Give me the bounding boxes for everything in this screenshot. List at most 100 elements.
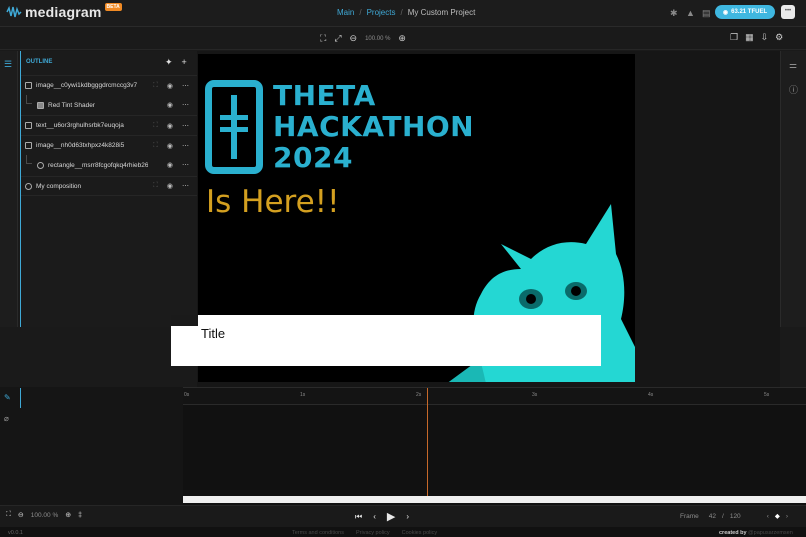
outline-row[interactable]: rectangle__msrr8fcgofqkq4rhieb26l ◉ ⋯ — [21, 155, 197, 175]
avatar[interactable]: ••• — [781, 5, 795, 19]
next-frame-icon[interactable]: › — [406, 512, 409, 521]
magic-add-icon[interactable]: ✦ — [165, 57, 173, 68]
zoom-out-icon[interactable]: ⊖ — [18, 511, 24, 519]
zoom-out-icon[interactable]: ⊖ — [350, 33, 358, 44]
rectangle-icon — [37, 161, 44, 169]
is-here-text: Is Here!! — [206, 184, 340, 220]
breadcrumb-projects[interactable]: Projects — [367, 8, 396, 17]
split-icon[interactable]: ‡ — [78, 512, 82, 519]
breadcrumb: Main / Projects / My Custom Project — [337, 8, 475, 17]
settings-gear-icon[interactable]: ⚙ — [775, 32, 783, 43]
more-icon[interactable]: ⋯ — [182, 122, 189, 130]
breadcrumb-separator: / — [400, 8, 403, 17]
fullscreen-icon[interactable]: ⤢ — [334, 33, 341, 44]
outline-actions: ✦ + — [165, 57, 187, 68]
theta-logo-icon — [205, 80, 263, 174]
view-tools: ❐ ▦ ⇩ ⚙ — [730, 32, 783, 43]
frame-sep: / — [722, 512, 724, 520]
graduation-cap-icon[interactable]: ▲ — [686, 8, 695, 18]
select-frame-icon[interactable]: ⛶ — [153, 142, 158, 150]
prev-frame-icon[interactable]: ‹ — [373, 512, 376, 521]
waveform-icon — [6, 6, 22, 18]
eye-icon[interactable]: ◉ — [167, 82, 173, 90]
skip-start-icon[interactable]: ⏮ — [355, 512, 362, 522]
outline-list-icon[interactable]: ☰ — [4, 59, 12, 70]
created-by: created by @papusarzemsen — [719, 530, 793, 536]
more-icon[interactable]: ⋯ — [182, 161, 189, 169]
frame-counter: Frame 42 / 120 ‹ ◆ › — [680, 512, 788, 521]
outline-row[interactable]: Red Tint Shader ◉ ⋯ — [21, 95, 197, 115]
pencil-icon[interactable]: ✎ — [4, 393, 11, 402]
layer-name: Red Tint Shader — [48, 101, 95, 109]
layer-name: My composition — [36, 182, 82, 190]
created-by-label: created by — [719, 530, 747, 536]
tick-label: 0s — [184, 392, 190, 398]
timeline-zoom: ⛶ ⊖ 100.00 % ⊕ ‡ — [6, 511, 82, 519]
breadcrumb-main[interactable]: Main — [337, 8, 354, 17]
eye-icon[interactable]: ◉ — [167, 142, 173, 150]
text-icon — [25, 122, 32, 129]
eye-icon[interactable]: ◉ — [167, 161, 173, 169]
tick-label: 2s — [416, 392, 422, 398]
fit-screen-icon[interactable]: ⛶ — [320, 33, 326, 44]
hackathon-headline: THETA HACKATHON 2024 — [273, 80, 474, 173]
composition-icon — [25, 182, 32, 190]
current-frame[interactable]: 42 — [709, 513, 716, 520]
outline-row[interactable]: My composition ⛶ ◉ ⋯ — [21, 176, 197, 196]
tick-label: 1s — [300, 392, 306, 398]
fit-timeline-icon[interactable]: ⛶ — [6, 511, 11, 519]
left-rail — [0, 51, 18, 327]
select-frame-icon[interactable]: ⛶ — [153, 182, 158, 190]
select-frame-icon[interactable]: ⛶ — [153, 122, 158, 130]
image-icon — [25, 142, 32, 149]
bug-icon[interactable]: ✱ — [670, 8, 678, 19]
add-layer-icon[interactable]: + — [182, 57, 187, 68]
play-icon[interactable]: ▶ — [387, 510, 395, 523]
select-frame-icon[interactable]: ⛶ — [153, 82, 158, 90]
more-icon[interactable]: ⋯ — [182, 182, 189, 190]
prev-keyframe-icon[interactable]: ‹ — [767, 513, 769, 520]
more-icon[interactable]: ⋯ — [182, 142, 189, 150]
layout-icon[interactable]: ▦ — [745, 32, 754, 43]
terms-link[interactable]: Terms and conditions — [292, 530, 344, 536]
outline-row[interactable]: image__nh0d63txhpxz4k828i5 ⛶ ◉ ⋯ — [21, 135, 197, 155]
timeline-ruler[interactable] — [183, 388, 806, 405]
layer-name: image__nh0d63txhpxz4k828i5 — [36, 142, 125, 149]
fuel-balance: 63.21 TFUEL — [731, 9, 768, 15]
eye-icon[interactable]: ◉ — [167, 122, 173, 130]
outline-row[interactable]: text__u6or3rghulhsrbk7euqoja ⛶ ◉ ⋯ — [21, 115, 197, 135]
next-keyframe-icon[interactable]: › — [786, 513, 788, 520]
zoom-in-icon[interactable]: ⊕ — [65, 511, 71, 519]
privacy-link[interactable]: Privacy policy — [356, 530, 390, 536]
title-rectangle[interactable] — [171, 315, 601, 366]
sliders-icon[interactable]: ⚌ — [789, 60, 797, 71]
total-frames: 120 — [729, 512, 741, 520]
more-icon[interactable]: ⋯ — [182, 82, 189, 90]
zoom-value: 100.00 % — [365, 35, 391, 42]
fuel-balance-button[interactable]: ◉ 63.21 TFUEL — [715, 5, 775, 19]
author-link[interactable]: @papusarzemsen — [748, 530, 793, 536]
eye-icon[interactable]: ◉ — [167, 101, 173, 109]
chat-icon[interactable]: ▤ — [702, 8, 711, 19]
attachment-icon[interactable]: ⌀ — [4, 414, 9, 423]
breadcrumb-separator: / — [359, 8, 362, 17]
export-icon[interactable]: ⇩ — [761, 32, 769, 43]
more-icon[interactable]: ⋯ — [182, 101, 189, 109]
copy-icon[interactable]: ❐ — [730, 32, 738, 43]
eye-icon[interactable]: ◉ — [167, 182, 173, 190]
zoom-in-icon[interactable]: ⊕ — [398, 33, 406, 44]
info-icon[interactable]: ⓘ — [789, 83, 798, 96]
outline-row[interactable]: image__c0ywi1kdbgggdrcmccg3v7 ⛶ ◉ ⋯ — [21, 75, 197, 95]
playhead[interactable] — [427, 388, 428, 496]
keyframe-icon[interactable]: ◆ — [775, 512, 780, 520]
tick-label: 3s — [532, 392, 538, 398]
tick-label: 4s — [648, 392, 654, 398]
title-text[interactable]: Title — [201, 326, 225, 341]
cookies-link[interactable]: Cookies policy — [402, 530, 437, 536]
playback-controls: ⏮ ‹ ▶ › — [355, 510, 409, 523]
timeline-scrollbar[interactable] — [183, 496, 806, 503]
layer-name: text__u6or3rghulhsrbk7euqoja — [36, 122, 124, 129]
headline-line: THETA — [273, 79, 376, 112]
app-logo[interactable]: mediagram BETA — [6, 3, 122, 20]
layer-name: image__c0ywi1kdbgggdrcmccg3v7 — [36, 82, 138, 89]
